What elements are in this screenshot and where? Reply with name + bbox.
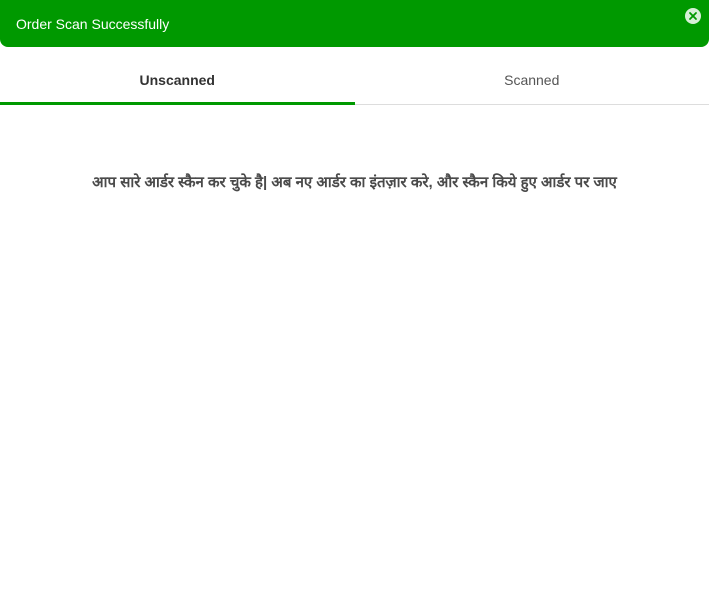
tab-unscanned[interactable]: Unscanned xyxy=(0,56,355,105)
close-icon[interactable] xyxy=(685,8,701,24)
tab-unscanned-label: Unscanned xyxy=(139,72,215,88)
tab-scanned[interactable]: Scanned xyxy=(355,56,709,104)
tab-scanned-label: Scanned xyxy=(504,72,560,88)
success-toast: Order Scan Successfully xyxy=(0,0,709,47)
scan-tabs: Unscanned Scanned xyxy=(0,56,709,105)
empty-state-message: आप सारे आर्डर स्कैन कर चुके है| अब नए आर… xyxy=(92,174,617,191)
toast-message: Order Scan Successfully xyxy=(16,15,170,32)
order-scan-page: Order Scan Successfully Unscanned Scanne… xyxy=(0,0,709,596)
